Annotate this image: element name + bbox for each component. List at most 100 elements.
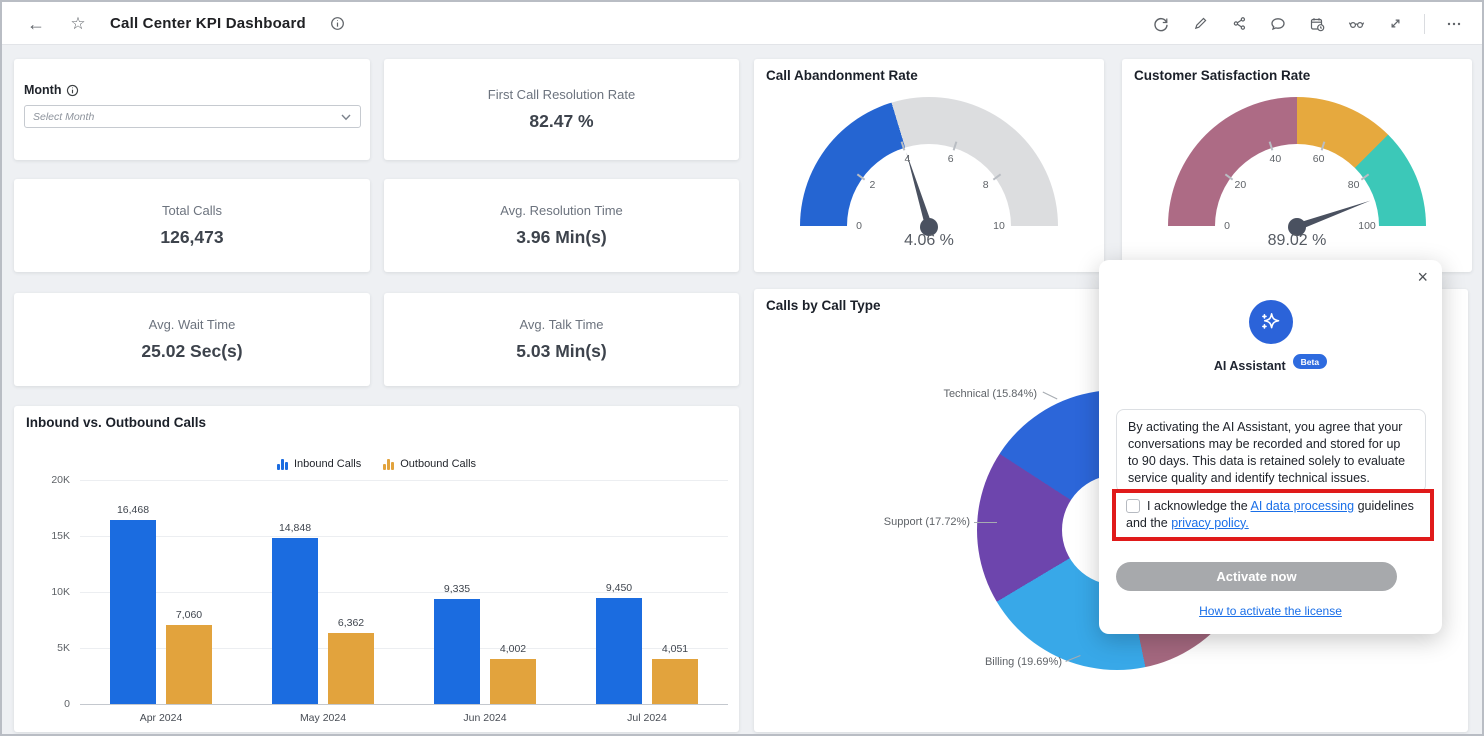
legend-item-outbound[interactable]: Outbound Calls (383, 458, 476, 470)
close-icon[interactable]: × (1417, 268, 1428, 286)
ai-disclaimer-text: By activating the AI Assistant, you agre… (1128, 420, 1405, 485)
view-glasses-icon[interactable] (1346, 14, 1366, 34)
gauge-tick-label: 10 (993, 220, 1005, 232)
refresh-icon[interactable] (1151, 14, 1171, 34)
kpi-card-avg-wait-time: Avg. Wait Time 25.02 Sec(s) (14, 293, 370, 386)
gauge-tick-label: 4 (904, 153, 910, 165)
kpi-value: 126,473 (160, 227, 223, 248)
y-axis-tick: 20K (51, 474, 70, 486)
month-select-placeholder: Select Month (33, 111, 94, 123)
chart-title: Inbound vs. Outbound Calls (26, 415, 206, 430)
bar-value-label: 7,060 (176, 609, 202, 621)
bar-value-label: 4,051 (662, 643, 688, 655)
bar-group: 9,3354,002Jun 2024 (404, 480, 566, 704)
gauge-tick-label: 60 (1313, 153, 1325, 165)
page-title: Call Center KPI Dashboard (110, 15, 306, 32)
top-toolbar: ← ☆ Call Center KPI Dashboard (2, 2, 1482, 45)
info-icon[interactable] (328, 14, 348, 34)
outbound-legend-icon (383, 459, 394, 470)
share-icon[interactable] (1229, 14, 1249, 34)
abandonment-gauge: 4.06 % 0246810 (800, 97, 1058, 265)
how-to-activate-license-link[interactable]: How to activate the license (1199, 604, 1342, 618)
month-info-icon (66, 84, 79, 97)
gauge-tick-label: 8 (983, 179, 989, 191)
ai-assistant-popup: × AI Assistant Beta By activating the AI… (1099, 260, 1442, 634)
acknowledge-highlight-box: I acknowledge the AI data processing gui… (1112, 489, 1434, 541)
bar-value-label: 14,848 (279, 522, 311, 534)
gauge-tick-mark (1269, 142, 1274, 151)
bar-chart-legend: Inbound Calls Outbound Calls (14, 458, 739, 470)
bar-value-label: 6,362 (338, 617, 364, 629)
y-axis-tick: 0 (64, 698, 70, 710)
y-axis-tick: 5K (57, 642, 70, 654)
pie-leader-line (1043, 392, 1058, 400)
gauge-tick-label: 0 (856, 220, 862, 232)
pie-label-billing: Billing (19.69%) (934, 656, 1062, 668)
bar-value-label: 4,002 (500, 643, 526, 655)
bar-value-label: 9,450 (606, 582, 632, 594)
gauge-tick-mark (857, 173, 865, 180)
dashboard-window: ← ☆ Call Center KPI Dashboard (0, 0, 1484, 736)
gauge-tick-label: 20 (1235, 179, 1247, 191)
legend-label: Inbound Calls (294, 458, 361, 470)
gridline (80, 704, 728, 705)
bar-value-label: 16,468 (117, 504, 149, 516)
gauge-tick-mark (1321, 142, 1326, 151)
kpi-card-total-calls: Total Calls 126,473 (14, 179, 370, 272)
kpi-card-avg-resolution-time: Avg. Resolution Time 3.96 Min(s) (384, 179, 739, 272)
more-options-icon[interactable] (1444, 14, 1464, 34)
activate-now-button[interactable]: Activate now (1116, 562, 1397, 591)
schedule-icon[interactable] (1307, 14, 1327, 34)
gauge-tick-label: 2 (869, 179, 875, 191)
kpi-card-avg-talk-time: Avg. Talk Time 5.03 Min(s) (384, 293, 739, 386)
bar-inbound-calls: 9,450 (596, 598, 642, 704)
bar-inbound-calls: 14,848 (272, 538, 318, 704)
legend-label: Outbound Calls (400, 458, 476, 470)
ai-disclaimer-panel: By activating the AI Assistant, you agre… (1116, 409, 1426, 493)
chevron-down-icon (340, 111, 352, 123)
chart-title: Customer Satisfaction Rate (1134, 68, 1310, 83)
chart-title: Calls by Call Type (766, 298, 881, 313)
gauge-tick-label: 80 (1348, 179, 1360, 191)
bar-inbound-calls: 9,335 (434, 599, 480, 704)
back-icon[interactable]: ← (26, 14, 46, 34)
privacy-policy-link[interactable]: privacy policy. (1171, 516, 1249, 530)
customer-satisfaction-gauge-card: Customer Satisfaction Rate 89.02 % 02040… (1122, 59, 1472, 272)
satisfaction-gauge: 89.02 % 020406080100 (1168, 97, 1426, 265)
bar-outbound-calls: 4,002 (490, 659, 536, 704)
ai-assistant-title: AI Assistant (1214, 359, 1286, 373)
kpi-value: 82.47 % (529, 111, 593, 132)
kpi-label: First Call Resolution Rate (488, 87, 635, 102)
ai-data-processing-link[interactable]: AI data processing (1251, 499, 1355, 513)
acknowledge-checkbox[interactable] (1126, 499, 1140, 513)
bar-outbound-calls: 6,362 (328, 633, 374, 704)
bar-group: 14,8486,362May 2024 (242, 480, 404, 704)
pie-leader-line (974, 522, 997, 523)
month-select[interactable]: Select Month (24, 105, 361, 128)
month-filter-label: Month (24, 83, 61, 97)
toolbar-divider (1424, 14, 1425, 34)
favorite-star-icon[interactable]: ☆ (68, 14, 88, 34)
fullscreen-icon[interactable] (1385, 14, 1405, 34)
y-axis-tick: 15K (51, 530, 70, 542)
bar-group: 9,4504,051Jul 2024 (566, 480, 728, 704)
x-axis-tick: Jun 2024 (404, 712, 566, 724)
edit-icon[interactable] (1190, 14, 1210, 34)
x-axis-tick: May 2024 (242, 712, 404, 724)
kpi-label: Avg. Talk Time (519, 317, 603, 332)
gauge-tick-mark (953, 142, 958, 151)
legend-item-inbound[interactable]: Inbound Calls (277, 458, 361, 470)
bar-outbound-calls: 7,060 (166, 625, 212, 704)
inbound-legend-icon (277, 459, 288, 470)
ack-text-1: I acknowledge the (1147, 499, 1251, 513)
kpi-card-first-call-resolution: First Call Resolution Rate 82.47 % (384, 59, 739, 160)
gauge-tick-mark (993, 173, 1001, 180)
comment-icon[interactable] (1268, 14, 1288, 34)
gauge-value: 89.02 % (1168, 232, 1426, 250)
call-abandonment-gauge-card: Call Abandonment Rate 4.06 % 0246810 (754, 59, 1104, 272)
x-axis-tick: Jul 2024 (566, 712, 728, 724)
beta-badge: Beta (1293, 354, 1327, 369)
gauge-tick-mark (901, 142, 906, 151)
gauge-tick-label: 100 (1358, 220, 1376, 232)
gauge-tick-mark (1225, 173, 1233, 180)
